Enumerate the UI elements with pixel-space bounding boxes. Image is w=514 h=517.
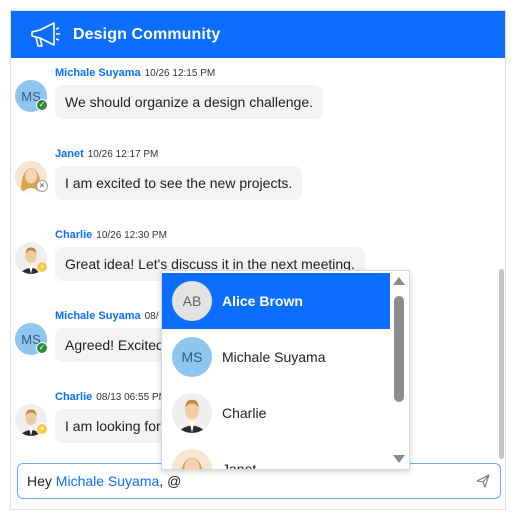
mention-list[interactable]: AB Alice Brown MS Michale Suyama Charlie: [162, 271, 391, 469]
chat-header: Design Community: [11, 11, 505, 58]
author-name: Charlie: [55, 229, 93, 241]
send-icon[interactable]: [476, 474, 490, 488]
avatar-initials: MS: [181, 349, 203, 365]
message-meta: Charlie 08/13 06:55 PM: [55, 391, 167, 403]
mention-item-label: Michale Suyama: [222, 349, 326, 365]
status-online-icon: ✓: [36, 99, 48, 111]
timestamp: 08/13 06:55 PM: [96, 392, 167, 403]
status-away-icon: •: [36, 261, 48, 273]
scroll-up-icon[interactable]: [393, 277, 405, 285]
mention-item-label: Alice Brown: [222, 293, 303, 309]
message-meta: Charlie 10/26 12:30 PM: [55, 229, 167, 241]
avatar: [172, 393, 212, 433]
page-title: Design Community: [73, 25, 221, 43]
timestamp: 08/: [144, 311, 159, 322]
scroll-thumb[interactable]: [394, 296, 404, 402]
timestamp: 10/26 12:15 PM: [144, 68, 216, 79]
mention-item-alice-brown[interactable]: AB Alice Brown: [162, 273, 391, 329]
message-item: MS ✓ Michale Suyama 10/26 12:15 PM We sho…: [11, 58, 505, 128]
mention-item-label: Charlie: [222, 405, 267, 421]
avatar: [172, 449, 212, 469]
author-name: Janet: [55, 148, 84, 160]
janet-photo: [172, 449, 212, 469]
message-scrollbar[interactable]: [499, 269, 504, 459]
mention-popup[interactable]: AB Alice Brown MS Michale Suyama Charlie: [161, 270, 410, 470]
mention-scrollbar[interactable]: [390, 271, 409, 469]
mention-item-michale-suyama[interactable]: MS Michale Suyama: [162, 329, 391, 385]
scroll-down-icon[interactable]: [393, 455, 405, 463]
message-bubble: I am looking for: [55, 409, 171, 443]
message-bubble: Agreed! Excited: [55, 328, 174, 362]
message-meta: Michale Suyama 10/26 12:15 PM: [55, 67, 215, 79]
message-meta: Michale Suyama 08/: [55, 310, 159, 322]
message-item: × Janet 10/26 12:17 PM I am excited to se…: [11, 139, 505, 209]
avatar-initials: AB: [182, 293, 202, 309]
author-name: Michale Suyama: [55, 310, 141, 322]
status-online-icon: ✓: [36, 342, 48, 354]
timestamp: 10/26 12:17 PM: [87, 149, 159, 160]
status-away-icon: •: [36, 423, 48, 435]
megaphone-icon: [31, 21, 60, 47]
mention-item-label: Janet: [222, 461, 257, 469]
message-meta: Janet 10/26 12:17 PM: [55, 148, 158, 160]
avatar: MS: [172, 337, 212, 377]
status-offline-icon: ×: [36, 180, 48, 192]
author-name: Charlie: [55, 391, 93, 403]
timestamp: 10/26 12:30 PM: [96, 230, 167, 241]
message-bubble: I am excited to see the new projects.: [55, 166, 303, 200]
avatar: AB: [172, 281, 212, 321]
input-suffix: , @: [159, 473, 182, 489]
message-bubble: We should organize a design challenge.: [55, 85, 324, 119]
charlie-photo: [172, 393, 212, 433]
mention-chip: Michale Suyama: [55, 473, 160, 489]
mention-item-charlie[interactable]: Charlie: [162, 385, 391, 441]
message-input-text[interactable]: Hey Michale Suyama, @: [27, 473, 181, 489]
mention-item-janet[interactable]: Janet: [162, 441, 391, 469]
author-name: Michale Suyama: [55, 67, 141, 79]
input-prefix: Hey: [27, 473, 56, 489]
